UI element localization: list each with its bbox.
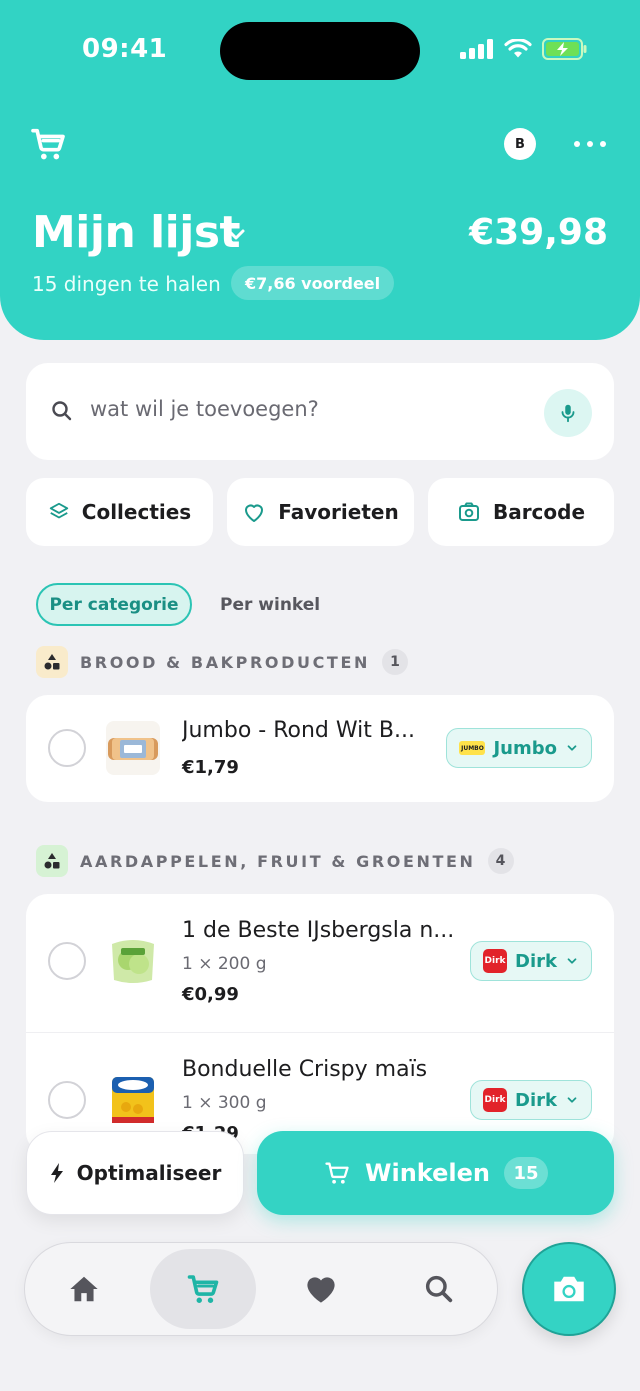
barcode-button[interactable]: Barcode <box>428 478 614 546</box>
category-shapes-icon <box>36 845 68 877</box>
category-header: AARDAPPELEN, FRUIT & GROENTEN 4 <box>36 845 514 877</box>
barcode-label: Barcode <box>492 500 586 524</box>
category-card: 1 de Beste IJsbergsla n... 1 × 200 g €0,… <box>26 894 614 1154</box>
list-total: €39,98 <box>469 212 608 253</box>
store-logo: Dirk <box>483 949 508 973</box>
category-shapes-icon <box>36 646 68 678</box>
product-name: Bonduelle Crispy maïs <box>182 1057 428 1082</box>
tab-favorites[interactable] <box>268 1249 374 1329</box>
signal-icon <box>460 39 493 59</box>
chevron-down-icon <box>567 1097 577 1103</box>
store-name: Jumbo <box>493 737 557 759</box>
tab-search[interactable] <box>386 1249 492 1329</box>
item-checkbox[interactable] <box>48 1081 86 1119</box>
battery-icon <box>542 38 587 60</box>
dynamic-island <box>220 22 420 80</box>
shop-label: Winkelen <box>365 1159 490 1187</box>
search-input[interactable] <box>90 397 530 421</box>
status-time: 09:41 <box>82 34 168 64</box>
items-count-text: 15 dingen te halen <box>32 272 221 296</box>
status-icons <box>460 38 588 60</box>
layers-icon <box>49 502 68 519</box>
search-icon <box>425 1275 453 1303</box>
store-selector[interactable]: Dirk Dirk <box>470 1080 592 1120</box>
lightning-icon <box>50 1163 63 1183</box>
camera-button[interactable] <box>522 1242 616 1336</box>
category-label: AARDAPPELEN, FRUIT & GROENTEN <box>80 851 476 871</box>
wifi-icon <box>504 39 532 58</box>
chevron-down-icon[interactable] <box>224 222 248 246</box>
category-count: 1 <box>381 649 408 675</box>
category-card: Jumbo - Rond Wit B... €1,79 JUMBO Jumbo <box>26 695 614 802</box>
product-name: 1 de Beste IJsbergsla n... <box>182 918 455 943</box>
product-image <box>106 1073 160 1127</box>
heart-icon <box>307 1277 335 1303</box>
product-price: €0,99 <box>182 984 239 1005</box>
store-selector[interactable]: JUMBO Jumbo <box>446 728 592 768</box>
savings-badge: €7,66 voordeel <box>231 266 395 300</box>
shop-button[interactable]: Winkelen 15 <box>257 1131 614 1215</box>
optimize-button[interactable]: Optimaliseer <box>26 1131 244 1215</box>
product-quantity: 1 × 200 g <box>182 954 267 974</box>
heart-outline-icon <box>245 504 264 522</box>
product-quantity: 1 × 300 g <box>182 1093 267 1113</box>
search-icon <box>52 401 72 421</box>
store-selector[interactable]: Dirk Dirk <box>470 941 592 981</box>
list-item[interactable]: 1 de Beste IJsbergsla n... 1 × 200 g €0,… <box>26 894 614 1032</box>
home-icon <box>70 1276 98 1302</box>
tab-per-category[interactable]: Per categorie <box>36 583 192 626</box>
shop-count-badge: 15 <box>503 1157 548 1189</box>
search-bar[interactable] <box>26 363 614 460</box>
microphone-button[interactable] <box>544 389 592 437</box>
list-header: 09:41 B Mijn lijst €39,98 15 dingen te h… <box>0 0 640 340</box>
store-logo: Dirk <box>483 1088 508 1112</box>
store-logo: JUMBO <box>459 741 486 755</box>
list-title[interactable]: Mijn lijst <box>32 207 241 258</box>
favorites-label: Favorieten <box>278 500 399 524</box>
cart-icon <box>187 1275 219 1303</box>
collections-label: Collecties <box>81 500 192 524</box>
store-name: Dirk <box>515 1089 557 1111</box>
category-header: BROOD & BAKPRODUCTEN 1 <box>36 646 408 678</box>
tab-list[interactable] <box>150 1249 256 1329</box>
microphone-icon <box>561 404 575 423</box>
product-name: Jumbo - Rond Wit B... <box>182 718 415 743</box>
item-checkbox[interactable] <box>48 942 86 980</box>
camera-outline-icon <box>458 502 479 521</box>
category-count: 4 <box>487 848 514 874</box>
store-name: Dirk <box>515 950 557 972</box>
product-image <box>106 934 160 988</box>
category-label: BROOD & BAKPRODUCTEN <box>80 652 370 672</box>
tab-home[interactable] <box>31 1249 137 1329</box>
optimize-label: Optimaliseer <box>76 1161 222 1185</box>
product-price: €1,79 <box>182 757 239 778</box>
collections-button[interactable]: Collecties <box>26 478 213 546</box>
cart-icon <box>325 1162 349 1184</box>
chevron-down-icon <box>567 745 577 751</box>
item-checkbox[interactable] <box>48 729 86 767</box>
tab-bar <box>24 1242 498 1336</box>
list-item[interactable]: Jumbo - Rond Wit B... €1,79 JUMBO Jumbo <box>26 695 614 802</box>
cart-icon[interactable] <box>28 124 68 164</box>
avatar[interactable]: B <box>504 128 536 160</box>
chevron-down-icon <box>567 958 577 964</box>
more-options-icon[interactable] <box>574 132 606 156</box>
favorites-button[interactable]: Favorieten <box>227 478 414 546</box>
camera-icon <box>554 1276 584 1302</box>
tab-per-store[interactable]: Per winkel <box>220 583 320 626</box>
product-image <box>106 721 160 775</box>
